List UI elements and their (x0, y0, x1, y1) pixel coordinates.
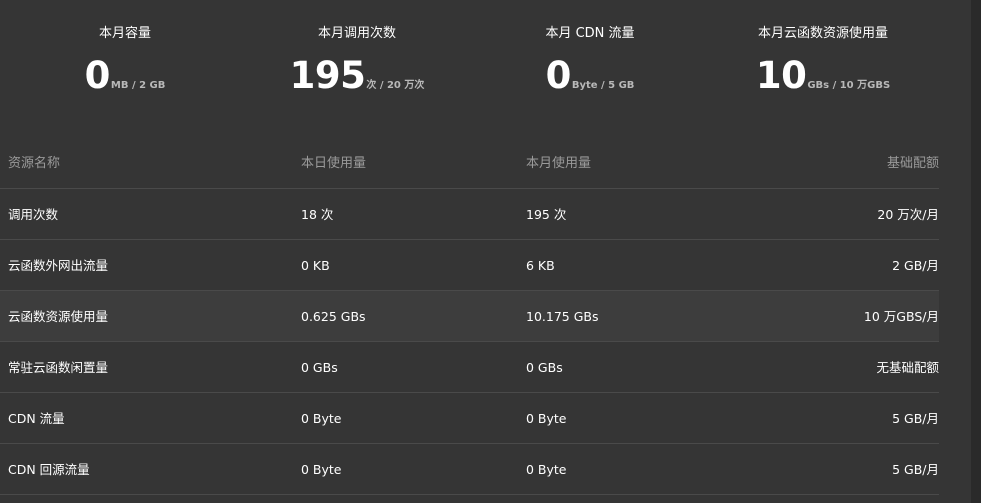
table-row: 常驻云函数闲置量 0 GBs 0 GBs 无基础配额 (0, 342, 939, 393)
table-row-hovered: 云函数资源使用量 0.625 GBs 10.175 GBs 10 万GBS/月 (0, 291, 939, 342)
usage-summary: 本月容量 0MB / 2 GB 本月调用次数 195次 / 20 万次 本月 C… (0, 0, 970, 130)
stat-label: 本月容量 (98, 26, 151, 41)
resource-name-cell: 云函数外网出流量 (8, 258, 109, 273)
vertical-scrollbar[interactable] (971, 0, 981, 503)
daily-usage-cell: 18 次 (301, 207, 334, 222)
resource-name-cell: 常驻云函数闲置量 (8, 360, 109, 375)
daily-usage-cell: 0.625 GBs (301, 309, 366, 324)
column-header-base-quota: 基础配额 (886, 156, 939, 171)
stat-storage: 本月容量 0MB / 2 GB (5, 24, 245, 98)
table-row: 调用次数 18 次 195 次 20 万次/月 (0, 189, 939, 240)
stat-cdn-traffic: 本月 CDN 流量 0Byte / 5 GB (470, 24, 710, 98)
daily-usage-cell: 0 Byte (301, 462, 342, 477)
stat-value: 0 (84, 54, 111, 97)
stat-value: 10 (755, 54, 807, 97)
column-header-monthly-usage: 本月使用量 (526, 156, 592, 171)
base-quota-cell: 20 万次/月 (877, 207, 939, 222)
column-header-daily-usage: 本日使用量 (301, 156, 367, 171)
stat-unit: GBs / 10 万GBS (807, 80, 891, 91)
daily-usage-cell: 0 Byte (301, 411, 342, 426)
resource-name-cell: CDN 流量 (8, 411, 65, 426)
table-header-row: 资源名称 本日使用量 本月使用量 基础配额 (0, 138, 939, 189)
base-quota-cell: 5 GB/月 (892, 462, 939, 477)
base-quota-cell: 无基础配额 (876, 360, 939, 375)
monthly-usage-cell: 0 Byte (526, 411, 567, 426)
stat-invocations: 本月调用次数 195次 / 20 万次 (237, 24, 477, 98)
stat-value: 0 (545, 54, 572, 97)
stat-value: 195 (289, 54, 366, 97)
stat-unit: Byte / 5 GB (571, 80, 635, 91)
stat-label: 本月调用次数 (317, 26, 396, 41)
resource-name-cell: 调用次数 (8, 207, 59, 222)
stat-value-row: 0Byte / 5 GB (470, 54, 710, 98)
stat-value-row: 0MB / 2 GB (5, 54, 245, 98)
monthly-usage-cell: 10.175 GBs (526, 309, 599, 324)
monthly-usage-cell: 0 GBs (526, 360, 563, 375)
stat-value-row: 195次 / 20 万次 (237, 54, 477, 98)
base-quota-cell: 2 GB/月 (892, 258, 939, 273)
monthly-usage-cell: 195 次 (526, 207, 567, 222)
monthly-usage-cell: 0 Byte (526, 462, 567, 477)
daily-usage-cell: 0 KB (301, 258, 330, 273)
stat-unit: 次 / 20 万次 (366, 80, 425, 91)
base-quota-cell: 10 万GBS/月 (863, 309, 939, 324)
table-row: 云函数外网出流量 0 KB 6 KB 2 GB/月 (0, 240, 939, 291)
table-row: CDN 回源流量 0 Byte 0 Byte 5 GB/月 (0, 444, 939, 495)
stat-label: 本月 CDN 流量 (545, 26, 635, 41)
stat-function-resources: 本月云函数资源使用量 10GBs / 10 万GBS (703, 24, 943, 98)
stat-unit: MB / 2 GB (110, 80, 166, 91)
resource-name-cell: CDN 回源流量 (8, 462, 90, 477)
stat-value-row: 10GBs / 10 万GBS (703, 54, 943, 98)
table-row: CDN 流量 0 Byte 0 Byte 5 GB/月 (0, 393, 939, 444)
resource-name-cell: 云函数资源使用量 (8, 309, 109, 324)
daily-usage-cell: 0 GBs (301, 360, 338, 375)
monthly-usage-cell: 6 KB (526, 258, 555, 273)
column-header-resource-name: 资源名称 (8, 156, 61, 171)
usage-dashboard: 本月容量 0MB / 2 GB 本月调用次数 195次 / 20 万次 本月 C… (0, 0, 981, 503)
usage-table: 资源名称 本日使用量 本月使用量 基础配额 调用次数 18 次 195 次 20… (0, 138, 939, 495)
base-quota-cell: 5 GB/月 (892, 411, 939, 426)
stat-label: 本月云函数资源使用量 (757, 26, 888, 41)
